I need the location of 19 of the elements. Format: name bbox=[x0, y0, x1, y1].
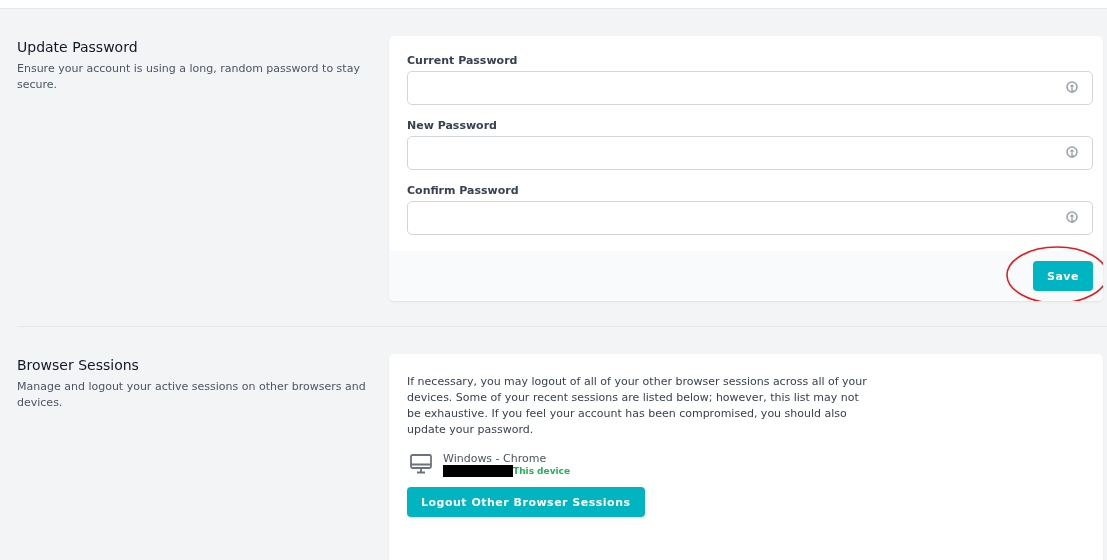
field-label: Current Password bbox=[407, 54, 519, 67]
field-label: Confirm Password bbox=[407, 184, 520, 197]
password-field[interactable] bbox=[407, 201, 1093, 235]
logout-sessions-button[interactable]: Logout Other Browser Sessions bbox=[407, 487, 645, 517]
field-label: New Password bbox=[407, 119, 498, 132]
monitor-icon bbox=[409, 452, 433, 476]
password-field[interactable] bbox=[407, 71, 1093, 105]
section-description: Manage and logout your active sessions on other browsers and devices. bbox=[17, 379, 367, 411]
key-icon[interactable] bbox=[1066, 146, 1078, 160]
section-title: Update Password bbox=[17, 39, 139, 55]
key-icon[interactable] bbox=[1066, 211, 1078, 225]
this-device-label: This device bbox=[513, 466, 571, 476]
save-button[interactable]: Save bbox=[1033, 261, 1093, 291]
session-name: Windows - Chrome bbox=[443, 452, 548, 465]
sessions-intro: If necessary, you may logout of all of your other browser sessions across all of your devices. Some of your recent sessions are listed below; however, this list may not be exhaustive. If you feel your account has been compromised, you should also update your password. bbox=[407, 374, 867, 438]
key-icon[interactable] bbox=[1066, 81, 1078, 95]
password-field[interactable] bbox=[407, 136, 1093, 170]
section-title: Browser Sessions bbox=[17, 357, 140, 373]
section-description: Ensure your account is using a long, random password to stay secure. bbox=[17, 61, 361, 93]
